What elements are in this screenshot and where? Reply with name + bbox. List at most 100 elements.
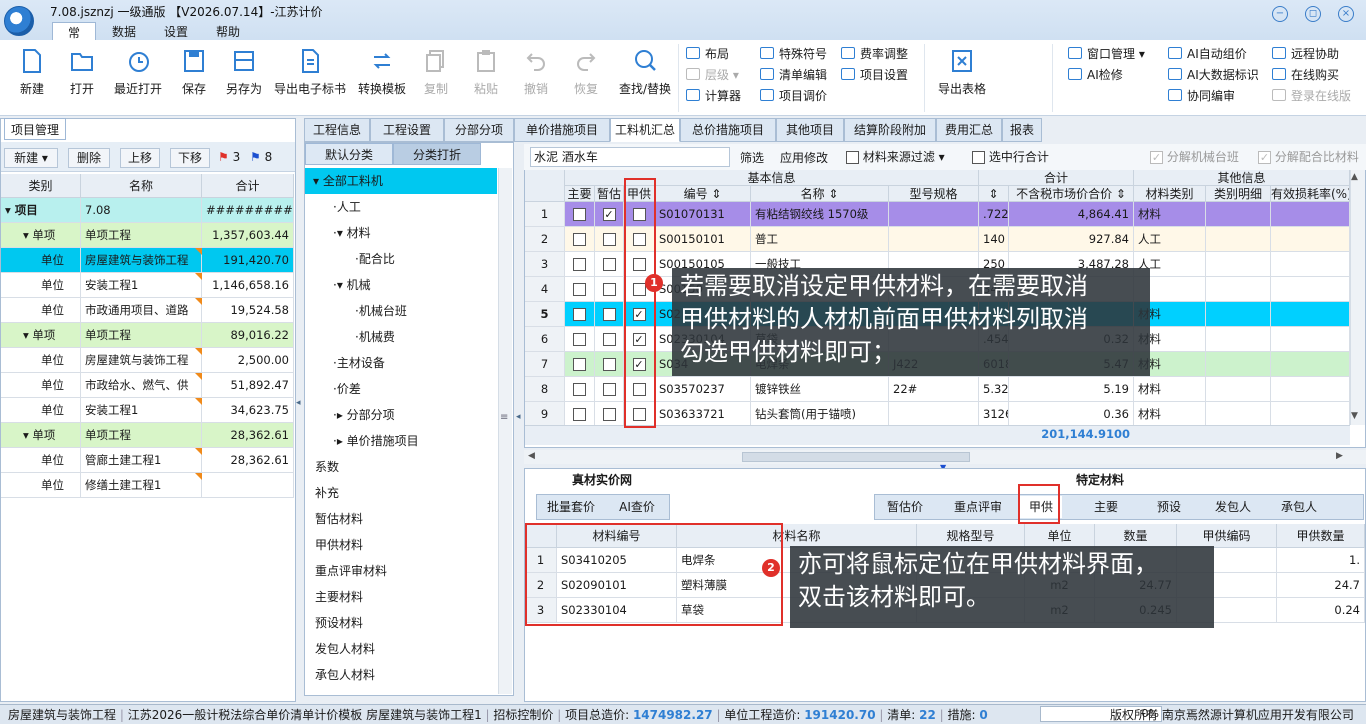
grid-col-header[interactable]: 类别明细 (1206, 186, 1271, 202)
menu-tab-help[interactable]: 帮助 (204, 22, 252, 40)
remote-assist-button[interactable]: 远程协助 (1272, 44, 1339, 64)
level-button[interactable]: 层级 ▾ (686, 65, 739, 85)
undo-button[interactable]: 撤销 (510, 48, 562, 97)
decompose-mix-checkbox[interactable]: ✓ 分解配合比材料 (1258, 148, 1359, 165)
new-project-button[interactable]: 新建 ▾ (4, 148, 58, 168)
jg-col-header[interactable]: 数量 (1095, 524, 1177, 548)
decompose-machine-checkbox[interactable]: ✓ 分解机械台班 (1150, 148, 1239, 165)
jg-col-header[interactable]: 单位 (1025, 524, 1095, 548)
tab-6[interactable]: 其他项目 (776, 118, 844, 142)
category-item[interactable]: ▾ 全部工料机 (305, 168, 497, 194)
ai-auto-pricing-button[interactable]: AI自动组价 (1168, 44, 1247, 64)
specific-tab-1[interactable]: 重点评审 (938, 496, 1018, 518)
window-manage-button[interactable]: 窗口管理 ▾ (1068, 44, 1145, 64)
checkbox-main[interactable] (573, 308, 586, 321)
grid-col-header[interactable]: 主要 (565, 186, 595, 202)
category-discount-tab[interactable]: 分类打折 (393, 143, 481, 165)
col-category[interactable]: 类别 (1, 174, 81, 198)
grid-col-header[interactable]: 不含税市场价合价 ⇕ (1009, 186, 1134, 202)
checkbox-main[interactable] (573, 333, 586, 346)
recent-open-button[interactable]: 最近打开 (108, 48, 168, 97)
horizontal-scroll-thumb[interactable] (742, 452, 970, 462)
tab-4[interactable]: 工料机汇总 (610, 118, 680, 142)
checkbox-provisional[interactable] (602, 283, 616, 296)
ai-check-button[interactable]: AI检修 (1068, 65, 1123, 85)
category-item[interactable]: 发包人材料 (305, 636, 497, 662)
tab-0[interactable]: 工程信息 (304, 118, 370, 142)
online-purchase-button[interactable]: 在线购买 (1272, 65, 1339, 85)
category-item[interactable]: 暂估材料 (305, 506, 497, 532)
tab-5[interactable]: 总价措施项目 (680, 118, 776, 142)
grid-col-header[interactable]: ⇕ (979, 186, 1009, 202)
category-item[interactable]: ·价差 (305, 376, 497, 402)
scroll-left-icon[interactable]: ◀ (528, 451, 535, 461)
category-item[interactable]: ·人工 (305, 194, 497, 220)
checkbox-provisional[interactable]: ✓ (602, 208, 616, 221)
project-manage-tab[interactable]: 项目管理 (4, 118, 66, 140)
scroll-up-icon[interactable]: ▲ (1351, 172, 1358, 182)
category-item[interactable]: 主要材料 (305, 584, 497, 610)
category-item[interactable]: ·主材设备 (305, 350, 497, 376)
category-item[interactable]: 补充 (305, 480, 497, 506)
tab-3[interactable]: 单价措施项目 (514, 118, 610, 142)
save-as-button[interactable]: 另存为 (218, 48, 270, 97)
save-button[interactable]: 保存 (168, 48, 220, 97)
category-item[interactable]: 重点评审材料 (305, 558, 497, 584)
move-down-button[interactable]: 下移 (170, 148, 210, 168)
grid-col-header[interactable]: 编号 ⇕ (655, 186, 751, 202)
project-row[interactable]: 单位 市政通用项目、道路 19,524.58 (1, 298, 294, 323)
tab-9[interactable]: 报表 (1002, 118, 1042, 142)
project-row[interactable]: 单位 修缮土建工程1 (1, 473, 294, 498)
jg-col-header[interactable]: 甲供数量 (1277, 524, 1365, 548)
tab-8[interactable]: 费用汇总 (936, 118, 1002, 142)
project-row[interactable]: 单位 安装工程1 1,146,658.16 (1, 273, 294, 298)
category-item[interactable]: ·▸ 分部分项 (305, 402, 497, 428)
menu-tab-data[interactable]: 数据 (100, 22, 148, 40)
grid-col-header[interactable]: 暂估 (595, 186, 624, 202)
project-row[interactable]: 单位 市政给水、燃气、供 51,892.47 (1, 373, 294, 398)
checkbox-provisional[interactable] (602, 408, 616, 421)
paste-button[interactable]: 粘贴 (460, 48, 512, 97)
project-price-adjust-button[interactable]: 项目调价 (760, 86, 827, 106)
maximize-icon[interactable]: ◻ (1305, 6, 1321, 22)
grid-col-header[interactable]: 有效损耗率(%) (1271, 186, 1350, 202)
checkbox-main[interactable] (573, 233, 586, 246)
special-symbol-button[interactable]: 特殊符号 (760, 44, 827, 64)
specific-tab-6[interactable]: 承包人 (1268, 496, 1330, 518)
checkbox-main[interactable] (573, 283, 586, 296)
filter-button[interactable]: 筛选 (740, 149, 764, 166)
project-row[interactable]: 单位 房屋建筑与装饰工程 191,420.70 (1, 248, 294, 273)
menu-tab-common[interactable]: 常用 (52, 22, 96, 57)
category-item[interactable]: ·▸ 单价措施项目 (305, 428, 497, 454)
category-scrollbar[interactable] (498, 168, 512, 694)
checkbox-provisional[interactable] (602, 333, 616, 346)
collapse-left-icon[interactable]: ◂ (296, 398, 302, 412)
collab-review-button[interactable]: 协同编审 (1168, 86, 1235, 106)
category-item[interactable]: ·▾ 材料 (305, 220, 497, 246)
move-up-button[interactable]: 上移 (120, 148, 160, 168)
category-item[interactable]: ·配合比 (305, 246, 497, 272)
category-item[interactable]: ·机械费 (305, 324, 497, 350)
project-row[interactable]: 单位 房屋建筑与装饰工程 2,500.00 (1, 348, 294, 373)
category-item[interactable]: 承包人材料 (305, 662, 497, 688)
minimize-icon[interactable]: − (1272, 6, 1288, 22)
selected-row-sum-checkbox[interactable]: 选中行合计 (972, 148, 1049, 165)
col-name[interactable]: 名称 (81, 174, 202, 198)
category-item[interactable]: 系数 (305, 454, 497, 480)
list-edit-button[interactable]: 清单编辑 (760, 65, 827, 85)
blue-flag-counter[interactable]: ⚑ 8 (250, 150, 272, 164)
checkbox-provisional[interactable] (602, 258, 616, 271)
convert-template-button[interactable]: 转换模板 (354, 48, 410, 97)
project-row[interactable]: 单位 安装工程1 34,623.75 (1, 398, 294, 423)
tab-2[interactable]: 分部分项 (444, 118, 514, 142)
project-row[interactable]: 单位 管廊土建工程1 28,362.61 (1, 448, 294, 473)
grid-col-header[interactable]: 型号规格 (889, 186, 979, 202)
category-item[interactable]: 甲供材料 (305, 532, 497, 558)
scroll-right-icon[interactable]: ▶ (1336, 451, 1343, 461)
export-bid-button[interactable]: 导出电子标书 (270, 48, 350, 97)
project-row[interactable]: ▾ 单项 单项工程 1,357,603.44 (1, 223, 294, 248)
category-item[interactable]: ·机械台班 (305, 298, 497, 324)
specific-tab-0[interactable]: 暂估价 (874, 496, 936, 518)
splitter-handle-icon[interactable]: ≡ (500, 412, 508, 423)
checkbox-provisional[interactable] (602, 383, 616, 396)
